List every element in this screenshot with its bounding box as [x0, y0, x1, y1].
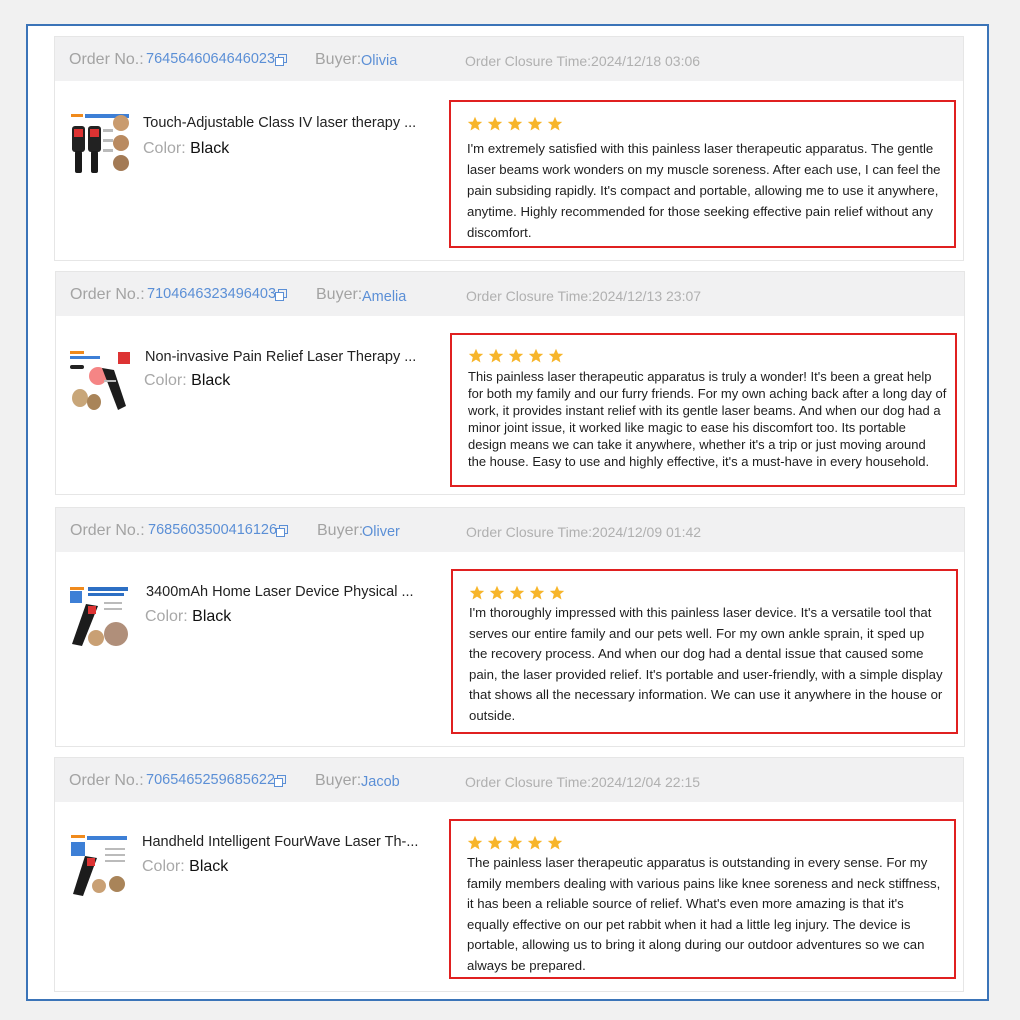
- product-name[interactable]: 3400mAh Home Laser Device Physical ...: [146, 584, 414, 600]
- star-icon: [527, 835, 543, 850]
- product-thumbnail[interactable]: [68, 350, 132, 416]
- star-icon: [529, 585, 545, 600]
- product-thumbnail[interactable]: [69, 834, 133, 900]
- color-value: Black: [191, 372, 231, 389]
- color-value: Black: [189, 858, 229, 875]
- copy-icon[interactable]: [274, 775, 286, 787]
- order-closure-time: Order Closure Time:2024/12/09 01:42: [466, 524, 702, 540]
- order-closure-time: Order Closure Time:2024/12/18 03:06: [465, 53, 701, 69]
- product-color: Color: Black: [143, 140, 229, 158]
- color-label: Color:: [142, 858, 185, 875]
- order-header: Order No.: 7104646323496403 Buyer: Ameli…: [56, 272, 964, 316]
- order-card: Order No.: 7645646064646023 Buyer: Olivi…: [54, 36, 964, 261]
- color-label: Color:: [143, 140, 186, 157]
- star-icon: [488, 348, 504, 363]
- product-color: Color: Black: [145, 608, 231, 626]
- copy-icon[interactable]: [275, 54, 287, 66]
- color-label: Color:: [144, 372, 187, 389]
- order-header: Order No.: 7645646064646023 Buyer: Olivi…: [55, 37, 963, 81]
- product-name[interactable]: Non-invasive Pain Relief Laser Therapy .…: [145, 349, 416, 365]
- buyer-label: Buyer:: [315, 772, 362, 789]
- star-icon: [547, 116, 563, 131]
- buyer-label: Buyer:: [317, 522, 364, 539]
- star-icon: [489, 585, 505, 600]
- laser-device-image: [68, 586, 132, 652]
- review-box: The painless laser therapeutic apparatus…: [449, 819, 956, 979]
- star-icon: [527, 116, 543, 131]
- order-no-label: Order No.:: [70, 286, 145, 303]
- buyer-name[interactable]: Oliver: [362, 524, 400, 540]
- laser-device-image: [69, 113, 133, 179]
- product-color: Color: Black: [142, 858, 228, 876]
- order-number[interactable]: 7685603500416126: [148, 522, 277, 538]
- buyer-name[interactable]: Olivia: [361, 53, 397, 69]
- review-text: I'm extremely satisfied with this painle…: [467, 141, 941, 240]
- star-rating: [469, 585, 565, 601]
- star-icon: [467, 835, 483, 850]
- order-closure-time: Order Closure Time:2024/12/13 23:07: [466, 288, 702, 304]
- laser-device-image: [68, 350, 132, 416]
- review-text: The painless laser therapeutic apparatus…: [467, 855, 941, 973]
- star-icon: [468, 348, 484, 363]
- color-value: Black: [190, 140, 230, 157]
- star-rating: [467, 116, 563, 132]
- star-icon: [548, 348, 564, 363]
- copy-icon[interactable]: [275, 289, 287, 301]
- review-box: I'm thoroughly impressed with this painl…: [451, 569, 958, 734]
- product-name[interactable]: Touch-Adjustable Class IV laser therapy …: [143, 115, 416, 131]
- star-icon: [507, 116, 523, 131]
- buyer-name[interactable]: Jacob: [361, 774, 400, 790]
- order-card: Order No.: 7685603500416126 Buyer: Olive…: [55, 507, 965, 747]
- star-icon: [549, 585, 565, 600]
- review-box: I'm extremely satisfied with this painle…: [449, 100, 956, 248]
- buyer-label: Buyer:: [316, 286, 363, 303]
- copy-icon[interactable]: [276, 525, 288, 537]
- order-no-label: Order No.:: [69, 51, 144, 68]
- product-thumbnail[interactable]: [68, 586, 132, 652]
- star-icon: [547, 835, 563, 850]
- review-text: This painless laser therapeutic apparatu…: [468, 369, 947, 469]
- buyer-name[interactable]: Amelia: [362, 289, 406, 305]
- order-card: Order No.: 7104646323496403 Buyer: Ameli…: [55, 271, 965, 495]
- product-color: Color: Black: [144, 372, 230, 390]
- order-header: Order No.: 7685603500416126 Buyer: Olive…: [56, 508, 964, 552]
- star-icon: [487, 116, 503, 131]
- color-label: Color:: [145, 608, 188, 625]
- order-card: Order No.: 7065465259685622 Buyer: Jacob…: [54, 757, 964, 992]
- star-rating: [468, 348, 564, 364]
- order-no-label: Order No.:: [70, 522, 145, 539]
- star-icon: [528, 348, 544, 363]
- order-header: Order No.: 7065465259685622 Buyer: Jacob…: [55, 758, 963, 802]
- star-icon: [507, 835, 523, 850]
- product-thumbnail[interactable]: [69, 113, 133, 179]
- color-value: Black: [192, 608, 232, 625]
- order-number[interactable]: 7104646323496403: [147, 286, 276, 302]
- star-rating: [467, 835, 563, 851]
- star-icon: [469, 585, 485, 600]
- star-icon: [509, 585, 525, 600]
- laser-device-image: [69, 834, 133, 900]
- order-number[interactable]: 7645646064646023: [146, 51, 275, 67]
- product-name[interactable]: Handheld Intelligent FourWave Laser Th-.…: [142, 834, 418, 850]
- review-text: I'm thoroughly impressed with this painl…: [469, 605, 943, 723]
- order-closure-time: Order Closure Time:2024/12/04 22:15: [465, 774, 701, 790]
- order-number[interactable]: 7065465259685622: [146, 772, 275, 788]
- buyer-label: Buyer:: [315, 51, 362, 68]
- star-icon: [467, 116, 483, 131]
- review-box: This painless laser therapeutic apparatu…: [450, 333, 957, 487]
- order-no-label: Order No.:: [69, 772, 144, 789]
- star-icon: [487, 835, 503, 850]
- star-icon: [508, 348, 524, 363]
